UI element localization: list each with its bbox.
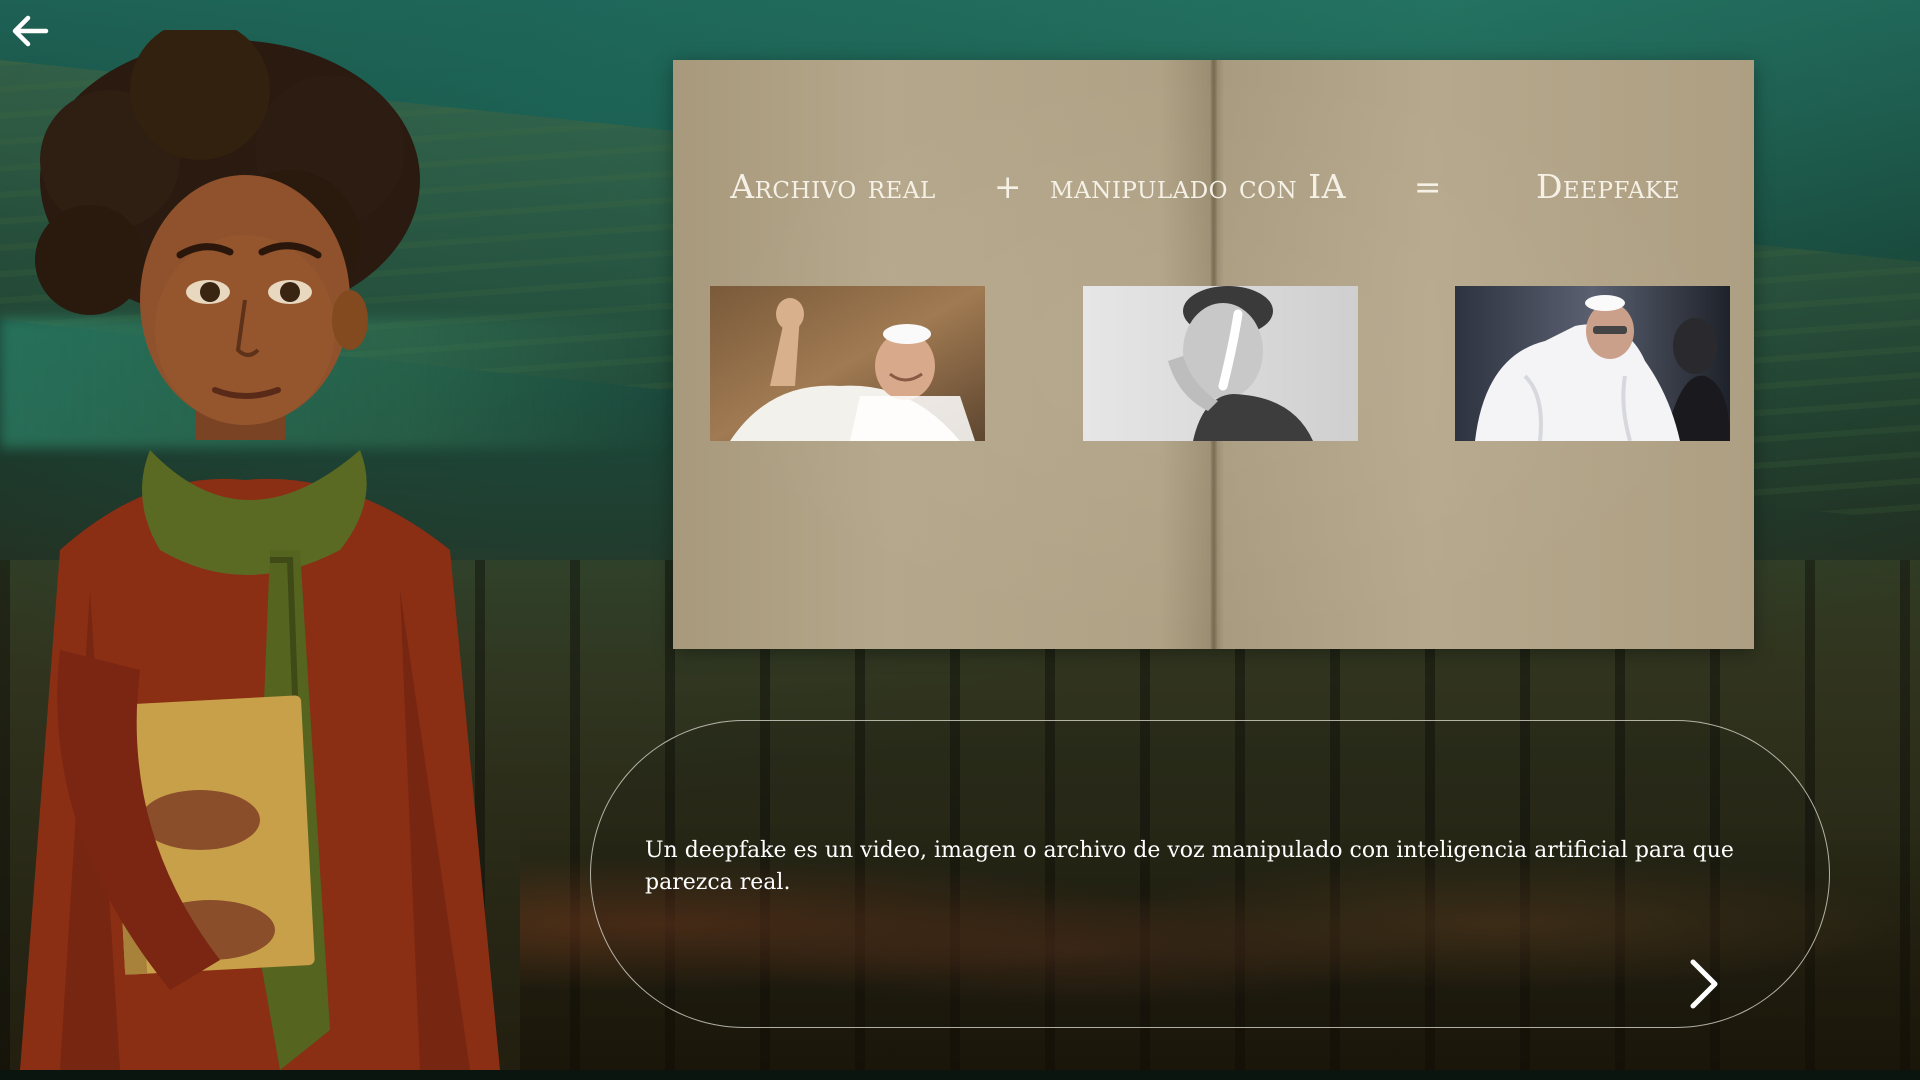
dialog-box: Un deepfake es un video, imagen o archiv… <box>590 720 1830 1028</box>
bottom-strip <box>0 1070 1920 1080</box>
equation-ai-manipulated-label: manipulado con IA <box>1050 167 1346 206</box>
book-panel: Archivo real + manipulado con IA = Deepf… <box>673 60 1754 649</box>
deepfake-photo-image <box>1455 286 1730 441</box>
equation-plus-sign: + <box>993 167 1023 206</box>
ai-manipulated-photo-image <box>1083 286 1358 441</box>
dialog-text: Un deepfake es un video, imagen o archiv… <box>645 838 1734 895</box>
next-button[interactable] <box>1683 956 1723 1012</box>
chevron-right-icon <box>1690 959 1718 1009</box>
character-girl-illustration <box>20 30 500 1070</box>
game-scene: Archivo real + manipulado con IA = Deepf… <box>0 0 1920 1080</box>
equation-real-file-label: Archivo real <box>730 167 936 206</box>
deepfake-equation: Archivo real + manipulado con IA = Deepf… <box>673 166 1754 266</box>
equation-equals-sign: = <box>1413 167 1443 206</box>
real-photo-image <box>710 286 985 441</box>
equation-deepfake-label: Deepfake <box>1535 167 1681 206</box>
